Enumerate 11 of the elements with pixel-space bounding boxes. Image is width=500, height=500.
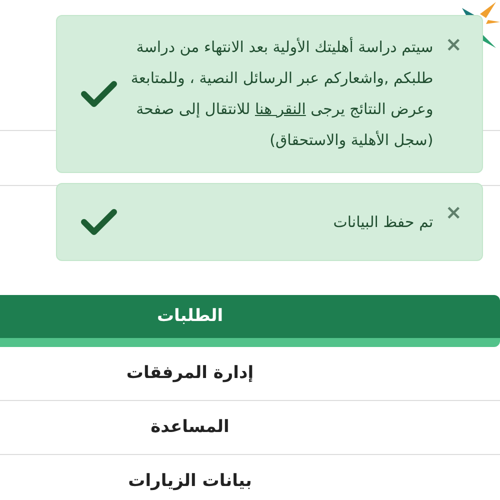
link[interactable]: النقر هنا <box>254 100 306 118</box>
menu-item[interactable]: الطلبات <box>0 295 500 347</box>
menu-item[interactable]: بيانات الزيارات <box>0 455 500 500</box>
checkmark-icon <box>81 80 117 108</box>
close-button[interactable]: × <box>445 32 462 56</box>
menu-item[interactable]: المساعدة <box>0 401 500 455</box>
menu-item[interactable]: إدارة المرفقات <box>0 347 500 401</box>
alert-message: سيتم دراسة أهليتك الأولية بعد الانتهاء من دراسة طلبكم ,واشعاركم عبر الرسائل النصية ، وللمتابعة وعرض النتائج يرجى النقر هنا للانتقال إلى صفحة (سجل الأهلية والاستحقاق) <box>130 36 434 151</box>
close-button[interactable]: × <box>445 200 462 224</box>
alert-message: تم حفظ البيانات <box>332 212 434 233</box>
checkmark-icon <box>81 208 117 236</box>
